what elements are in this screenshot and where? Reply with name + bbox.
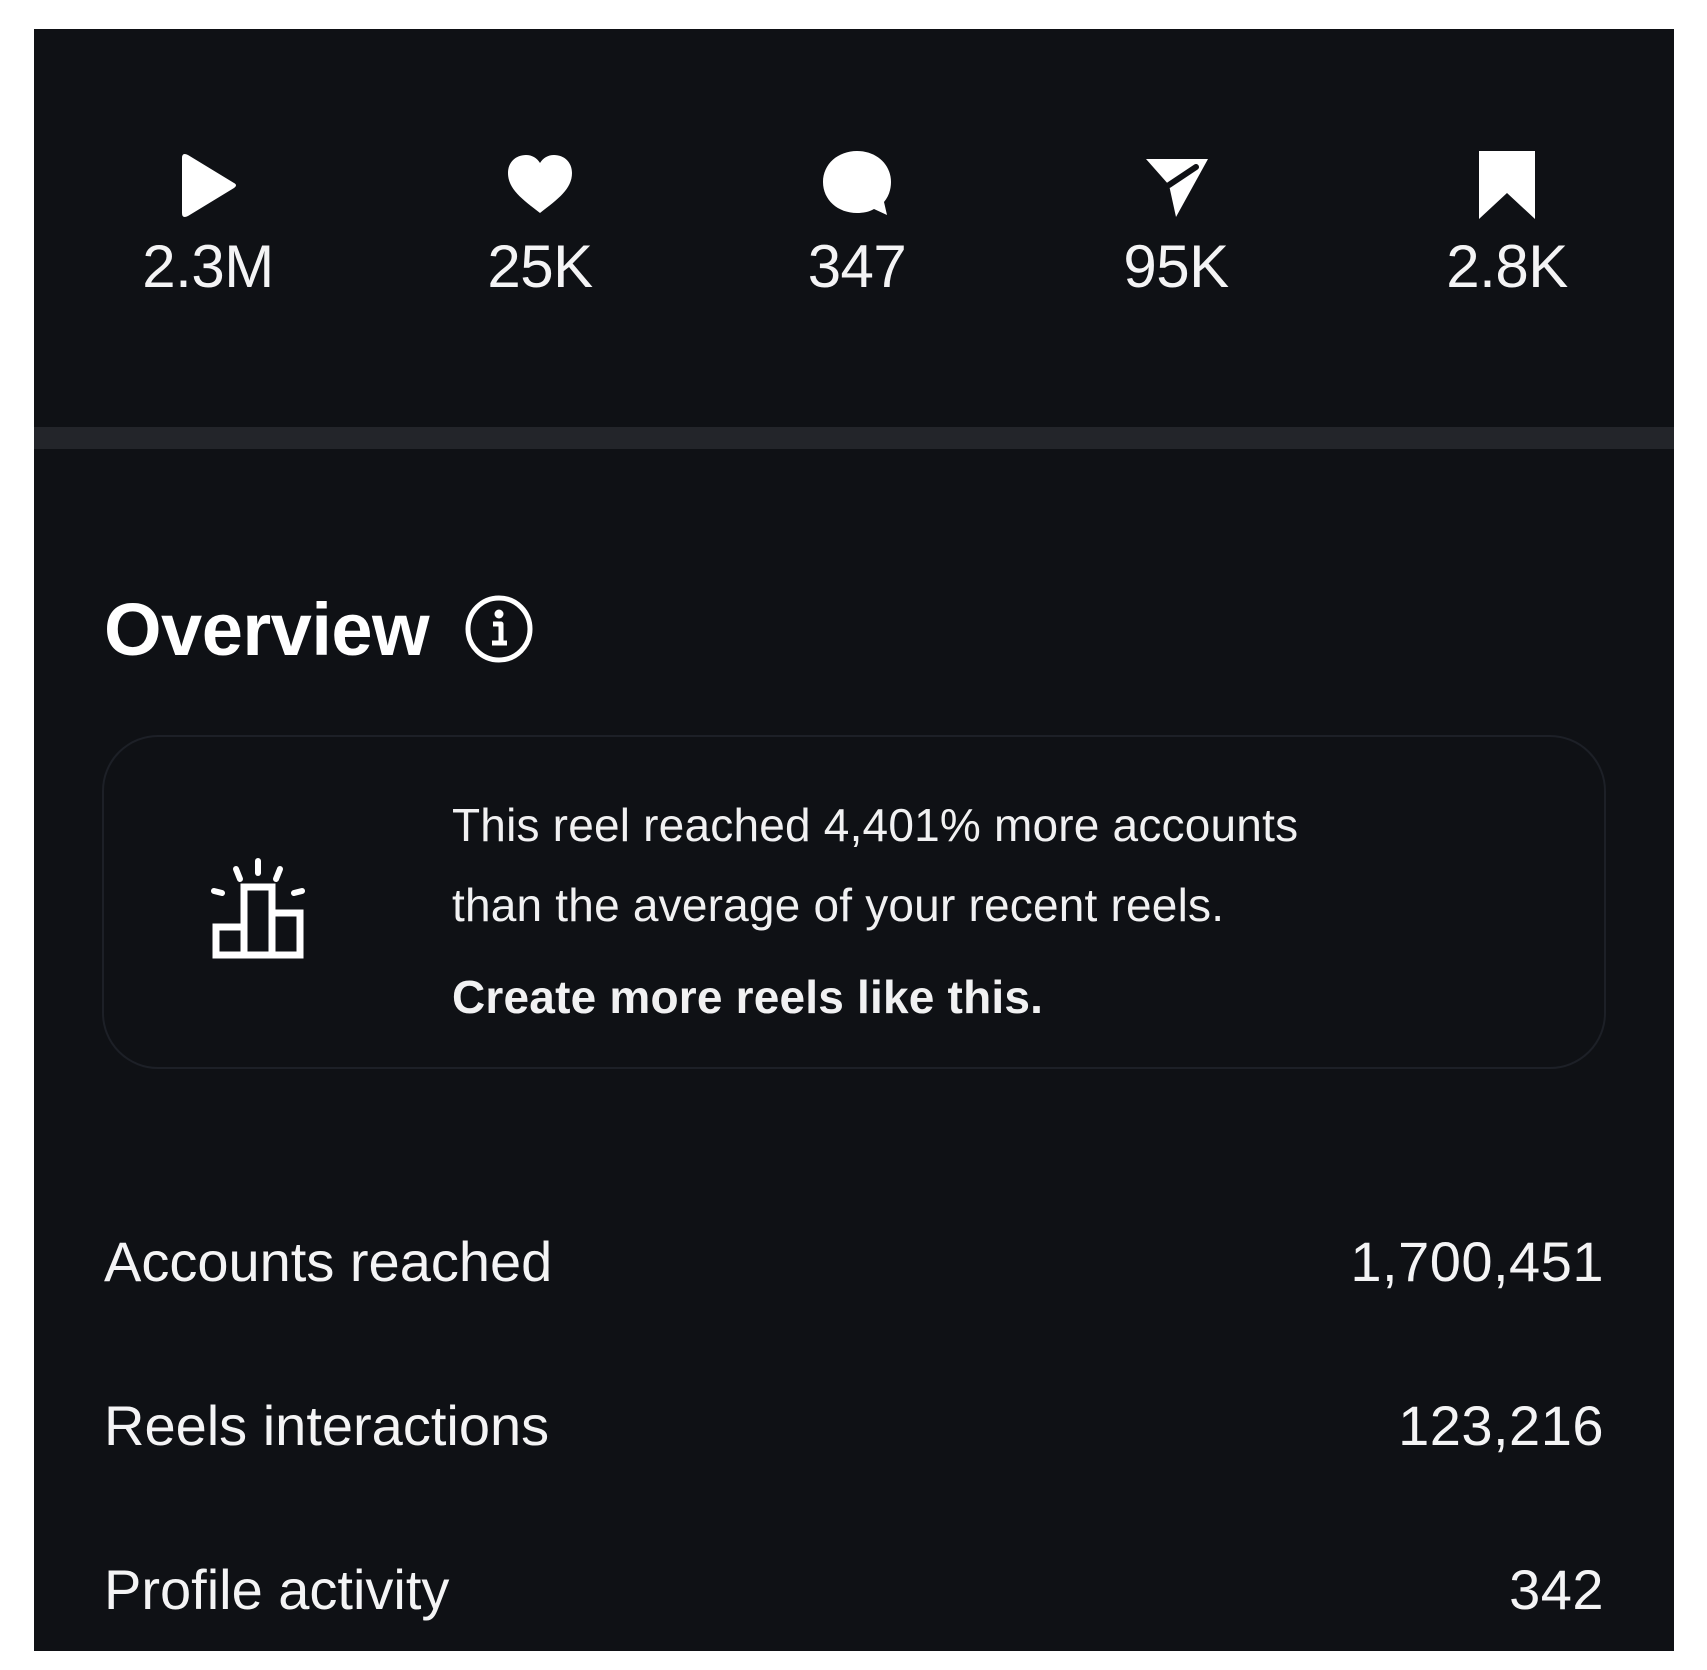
saves-stat[interactable]: 2.8K: [1377, 145, 1637, 325]
podium-icon: [208, 857, 308, 961]
metric-value: 123,216: [1398, 1393, 1604, 1457]
metric-value: 342: [1509, 1557, 1604, 1621]
comments-count: 347: [807, 233, 907, 300]
section-divider: [34, 427, 1674, 449]
shares-stat[interactable]: 95K: [1046, 145, 1306, 325]
shares-count: 95K: [1123, 233, 1229, 300]
insight-line-1: This reel reached 4,401% more accounts: [452, 799, 1299, 851]
heart-icon: [500, 145, 580, 225]
metric-label: Profile activity: [104, 1557, 450, 1621]
likes-stat[interactable]: 25K: [410, 145, 670, 325]
reel-insights-panel: 2.3M 25K 347 95K 2.8K Overview This reel…: [34, 29, 1674, 1651]
metric-label: Accounts reached: [104, 1229, 553, 1293]
insight-card: This reel reached 4,401% more accounts t…: [102, 735, 1606, 1069]
comments-stat[interactable]: 347: [727, 145, 987, 325]
plays-count: 2.3M: [142, 233, 274, 300]
info-icon[interactable]: [463, 593, 535, 665]
create-more-reels-link[interactable]: Create more reels like this.: [452, 957, 1572, 1037]
bookmark-icon: [1467, 145, 1547, 225]
metric-row-profile-activity[interactable]: Profile activity 342: [104, 1507, 1604, 1651]
insight-line-2: than the average of your recent reels.: [452, 879, 1225, 931]
metric-row-reels-interactions[interactable]: Reels interactions 123,216: [104, 1343, 1604, 1507]
comment-icon: [817, 145, 897, 225]
play-icon: [168, 145, 248, 225]
metric-row-accounts-reached[interactable]: Accounts reached 1,700,451: [104, 1179, 1604, 1343]
metric-value: 1,700,451: [1350, 1229, 1604, 1293]
metric-label: Reels interactions: [104, 1393, 550, 1457]
overview-title: Overview: [104, 587, 430, 671]
metrics-list: Accounts reached 1,700,451 Reels interac…: [104, 1179, 1604, 1651]
saves-count: 2.8K: [1446, 233, 1568, 300]
plays-stat[interactable]: 2.3M: [78, 145, 338, 325]
share-icon: [1136, 145, 1216, 225]
insight-text: This reel reached 4,401% more accounts t…: [452, 785, 1572, 1037]
stats-row: 2.3M 25K 347 95K 2.8K: [34, 29, 1674, 429]
likes-count: 25K: [487, 233, 593, 300]
overview-header: Overview: [104, 584, 535, 674]
